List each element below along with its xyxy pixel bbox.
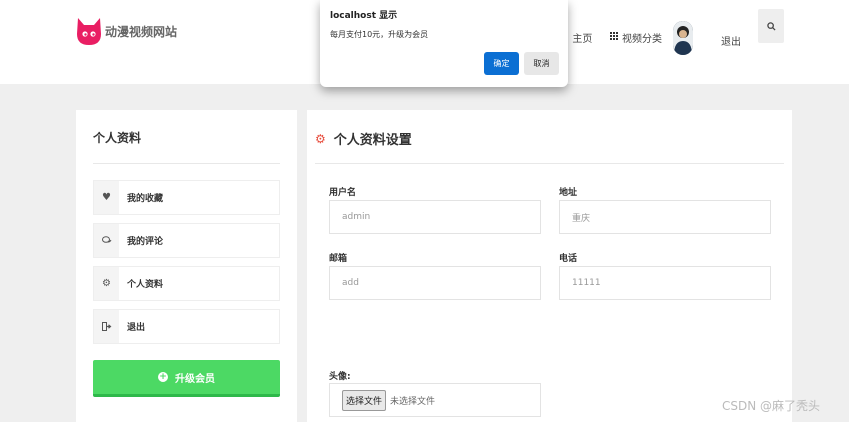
dialog-cancel-button[interactable]: 取消: [524, 52, 559, 75]
site-logo[interactable]: 动漫视频网站: [76, 16, 177, 46]
sidebar-item-label: 退出: [127, 323, 146, 333]
sidebar-item-favorites[interactable]: ♥ 我的收藏: [93, 180, 280, 215]
cat-logo-icon: [76, 16, 102, 46]
dialog-ok-button[interactable]: 确定: [484, 52, 519, 75]
dialog-message: 每月支付10元，升级为会员: [330, 30, 429, 39]
title-divider: [315, 163, 784, 164]
sidebar-item-logout[interactable]: 退出: [93, 309, 280, 344]
address-field[interactable]: 重庆: [559, 200, 771, 234]
nav-categories-link[interactable]: 视频分类: [610, 30, 662, 45]
choose-file-button[interactable]: 选择文件: [342, 389, 387, 411]
username-field[interactable]: admin: [329, 200, 541, 234]
profile-sidebar: 个人资料 ♥ 我的收藏 我的评论 ⚙ 个人资料 退出 + 升级会员: [76, 110, 297, 422]
grid-icon: [610, 32, 618, 43]
sidebar-item-label: 我的收藏: [127, 194, 164, 204]
username-label: 用户名: [329, 188, 357, 198]
gears-icon: ⚙: [94, 267, 119, 300]
sidebar-item-comments[interactable]: 我的评论: [93, 223, 280, 258]
watermark: CSDN @麻了秃头: [722, 399, 821, 413]
avatar-label: 头像:: [329, 372, 351, 382]
page-title-text: 个人资料设置: [333, 133, 412, 148]
sidebar-item-profile[interactable]: ⚙ 个人资料: [93, 266, 280, 301]
address-value: 重庆: [572, 213, 591, 224]
upgrade-label: 升级会员: [175, 373, 215, 385]
upgrade-membership-button[interactable]: + 升级会员: [93, 360, 280, 397]
phone-field[interactable]: 11111: [559, 266, 771, 300]
gears-icon: ⚙: [315, 131, 326, 146]
username-value: admin: [342, 212, 371, 222]
sign-out-icon: [94, 310, 119, 343]
phone-label: 电话: [559, 254, 578, 264]
avatar-file-input[interactable]: 选择文件 未选择文件: [329, 383, 541, 417]
user-avatar[interactable]: [673, 21, 693, 55]
header-logout-link[interactable]: 退出: [721, 33, 741, 48]
heart-icon: ♥: [94, 181, 119, 214]
site-name: 动漫视频网站: [105, 24, 178, 39]
sidebar-divider: [93, 163, 280, 164]
file-status: 未选择文件: [390, 396, 436, 407]
sidebar-item-label: 我的评论: [127, 237, 164, 247]
profile-settings-panel: ⚙ 个人资料设置 用户名 admin 地址 重庆 邮箱 add 电话 11111…: [307, 110, 792, 422]
email-field[interactable]: add: [329, 266, 541, 300]
email-label: 邮箱: [329, 254, 348, 264]
search-button[interactable]: [758, 9, 784, 43]
email-value: add: [342, 278, 359, 288]
sidebar-item-label: 个人资料: [127, 280, 164, 290]
dialog-title: localhost 显示: [330, 11, 398, 21]
plus-circle-icon: +: [158, 371, 168, 382]
nav-home-label: 主页: [572, 34, 593, 45]
phone-value: 11111: [572, 278, 601, 288]
comments-icon: [94, 224, 119, 257]
page-title: ⚙ 个人资料设置: [315, 129, 412, 149]
search-icon: [766, 21, 776, 31]
alert-dialog: localhost 显示 每月支付10元，升级为会员 确定 取消: [320, 0, 568, 87]
nav-categories-label: 视频分类: [622, 34, 662, 45]
sidebar-title: 个人资料: [93, 131, 142, 145]
address-label: 地址: [559, 188, 578, 198]
